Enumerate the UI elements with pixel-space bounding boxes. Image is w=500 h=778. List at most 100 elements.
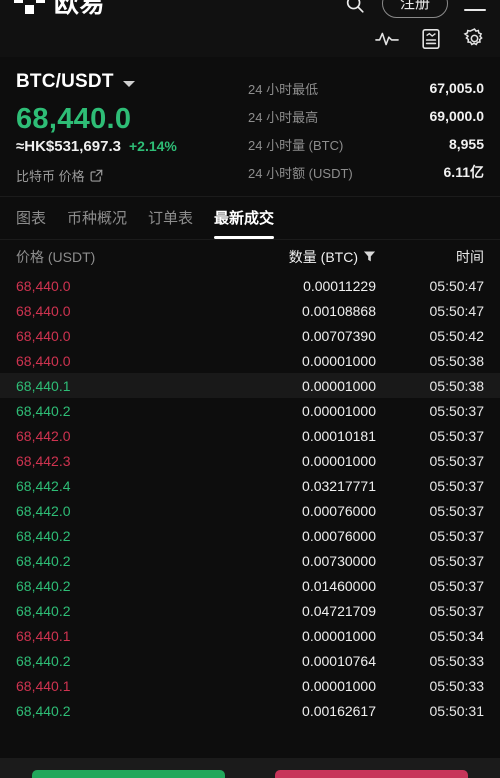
column-header-amount-label: 数量 (BTC) [288, 248, 358, 265]
table-row[interactable]: 68,440.2 0.00730000 05:50:37 [0, 548, 500, 573]
trade-time: 05:50:37 [429, 602, 485, 619]
coin-price-link-label: 比特币 价格 [16, 169, 85, 184]
buy-button[interactable] [32, 770, 225, 778]
trade-amount: 0.00010181 [302, 427, 376, 444]
trade-price: 68,440.0 [16, 302, 71, 319]
market-quote-header: BTC/USDT 68,440.0 ≈HK$531,697.3 +2.14% 比… [0, 57, 500, 197]
table-row[interactable]: 68,440.1 0.00001000 05:50:34 [0, 623, 500, 648]
register-button[interactable]: 注册 [381, 0, 448, 18]
trade-price: 68,440.1 [16, 677, 71, 694]
fiat-price: ≈HK$531,697.3 [16, 138, 121, 155]
trade-price: 68,440.2 [16, 552, 71, 569]
table-row[interactable]: 68,440.2 0.00001000 05:50:37 [0, 398, 500, 423]
stat-label: 24 小时额 (USDT) [248, 165, 353, 181]
trade-time: 05:50:47 [429, 277, 485, 294]
trades-list[interactable]: 68,440.0 0.00011229 05:50:47 68,440.0 0.0010… [0, 273, 500, 729]
trade-amount: 0.00076000 [302, 527, 376, 544]
price-change-percent: +2.14% [128, 138, 177, 154]
table-row[interactable]: 68,442.0 0.00010181 05:50:37 [0, 423, 500, 448]
stat-value: 69,000.0 [429, 108, 485, 124]
trade-price: 68,440.2 [16, 577, 71, 594]
table-row[interactable]: 68,440.1 0.00001000 05:50:38 [0, 373, 500, 398]
bottom-action-bar [0, 758, 500, 778]
trade-price: 68,440.2 [16, 652, 71, 669]
trade-amount: 0.00001000 [302, 402, 376, 419]
trade-price: 68,440.0 [16, 327, 71, 344]
tab-chart[interactable]: 图表 [16, 207, 46, 239]
trade-price: 68,440.2 [16, 602, 71, 619]
stat-label: 24 小时最高 [248, 109, 319, 125]
sell-button[interactable] [275, 770, 468, 778]
top-right-actions: 注册 [344, 0, 486, 18]
trade-amount: 0.01460000 [302, 577, 376, 594]
trade-price: 68,440.0 [16, 352, 71, 369]
trade-price: 68,442.3 [16, 452, 71, 469]
trade-time: 05:50:42 [429, 327, 485, 344]
trade-time: 05:50:37 [429, 552, 485, 569]
table-row[interactable]: 68,440.10.0000100005:50:31 [0, 723, 500, 730]
table-row[interactable]: 68,440.0 0.00011229 05:50:47 [0, 273, 500, 298]
trade-time: 05:50:37 [429, 577, 485, 594]
trade-time: 05:50:37 [429, 527, 485, 544]
trade-amount: 0.00108868 [302, 302, 376, 319]
trade-price: 68,440.2 [16, 527, 71, 544]
okx-blocks-logo-icon [14, 0, 45, 14]
pulse-activity-icon[interactable] [375, 30, 399, 48]
coin-price-link[interactable]: 比特币 价格 [16, 166, 248, 185]
tab-recent-trades[interactable]: 最新成交 [214, 207, 275, 239]
table-row[interactable]: 68,442.3 0.00001000 05:50:37 [0, 448, 500, 473]
stat-row: 24 小时量 (BTC) 8,955 [248, 130, 484, 158]
chevron-down-icon [122, 80, 135, 87]
stat-row: 24 小时最低 67,005.0 [248, 74, 484, 102]
trade-amount: 0.00001000 [302, 352, 376, 369]
trade-amount: 0.00001000 [302, 677, 376, 694]
stat-value: 8,955 [448, 136, 484, 152]
table-row[interactable]: 68,440.2 0.01460000 05:50:37 [0, 573, 500, 598]
tab-coin-overview[interactable]: 币种概况 [67, 207, 127, 239]
table-row[interactable]: 68,440.2 0.00010764 05:50:33 [0, 648, 500, 673]
trade-amount: 0.00707390 [302, 327, 376, 344]
trade-price: 68,442.0 [16, 502, 71, 519]
quote-stats: 24 小时最低 67,005.0 24 小时最高 69,000.0 24 小时量… [248, 71, 484, 186]
filter-funnel-icon[interactable] [363, 250, 376, 263]
column-header-price: 价格 (USDT) [16, 248, 96, 265]
trade-price: 68,440.1 [16, 377, 71, 394]
table-row[interactable]: 68,442.0 0.00076000 05:50:37 [0, 498, 500, 523]
gear-icon[interactable] [463, 27, 486, 50]
stat-label: 24 小时最低 [248, 81, 319, 97]
trades-table-header: 价格 (USDT) 数量 (BTC) 时间 [0, 240, 500, 273]
search-icon[interactable] [344, 0, 366, 15]
table-row[interactable]: 68,442.4 0.03217771 05:50:37 [0, 473, 500, 498]
column-header-time: 时间 [456, 248, 484, 265]
trade-price: 68,440.1 [16, 627, 71, 644]
stat-label: 24 小时量 (BTC) [248, 137, 344, 153]
trade-time: 05:50:37 [429, 452, 485, 469]
brand-logo[interactable]: 欧易 [14, 0, 105, 17]
table-row[interactable]: 68,440.0 0.00001000 05:50:38 [0, 348, 500, 373]
last-price: 68,440.0 [16, 103, 132, 135]
tab-order-book[interactable]: 订单表 [148, 207, 193, 239]
trade-amount: 0.00001000 [302, 452, 376, 469]
brand-name: 欧易 [54, 0, 106, 18]
trade-price: 68,440.1 [16, 728, 241, 730]
pair-label: BTC/USDT [16, 71, 114, 92]
table-row[interactable]: 68,440.2 0.00076000 05:50:37 [0, 523, 500, 548]
table-row[interactable]: 68,440.2 0.00162617 05:50:31 [0, 698, 500, 723]
trade-time: 05:50:34 [429, 627, 485, 644]
table-row[interactable]: 68,440.2 0.04721709 05:50:37 [0, 598, 500, 623]
table-row[interactable]: 68,440.0 0.00707390 05:50:42 [0, 323, 500, 348]
trade-time: 05:50:37 [429, 402, 485, 419]
pair-selector[interactable]: BTC/USDT [16, 71, 248, 93]
table-row[interactable]: 68,440.0 0.00108868 05:50:47 [0, 298, 500, 323]
section-tabs: 图表 币种概况 订单表 最新成交 [0, 197, 500, 240]
report-document-icon[interactable] [421, 28, 441, 50]
price-subline: ≈HK$531,697.3 +2.14% [16, 138, 248, 155]
trade-time: 05:50:31 [429, 702, 485, 719]
column-header-amount[interactable]: 数量 (BTC) [241, 247, 398, 267]
trade-amount: 0.04721709 [302, 602, 376, 619]
trade-amount: 0.00001000 [241, 728, 398, 730]
hamburger-menu-icon[interactable] [464, 0, 486, 11]
secondary-toolbar [375, 27, 486, 50]
trade-amount: 0.00076000 [302, 502, 376, 519]
table-row[interactable]: 68,440.1 0.00001000 05:50:33 [0, 673, 500, 698]
